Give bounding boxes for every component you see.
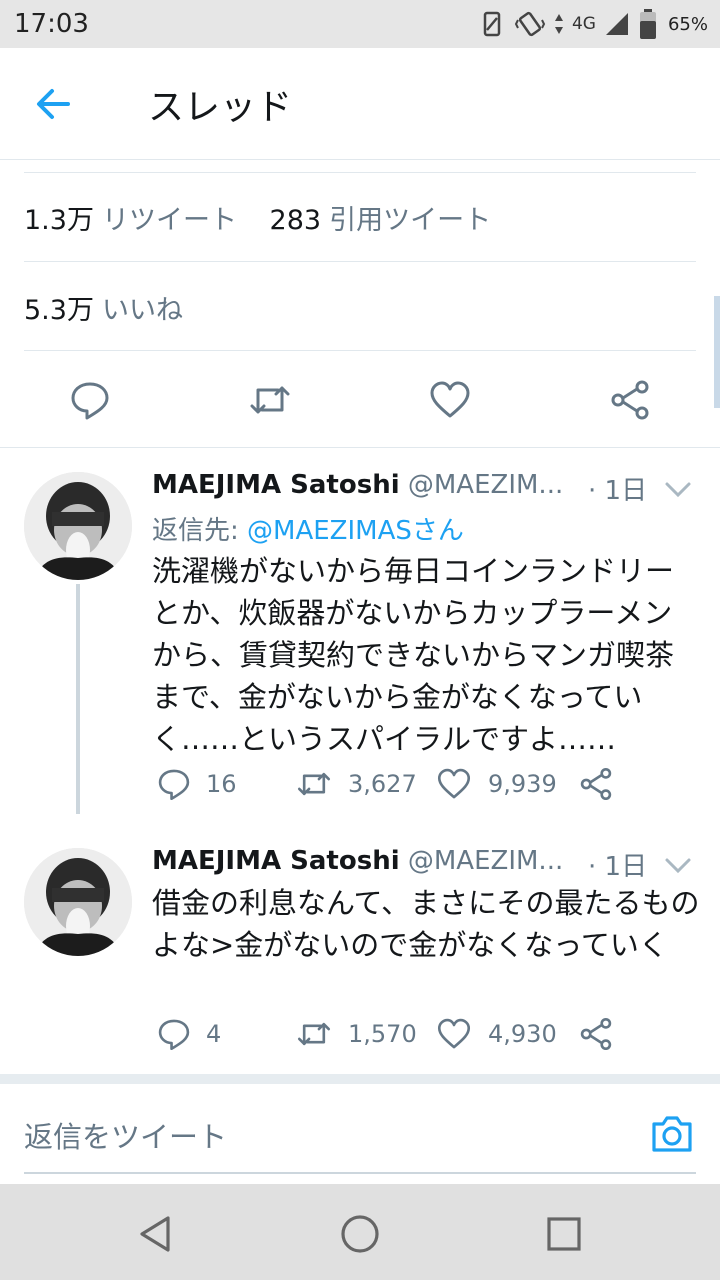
- share-icon[interactable]: [578, 1016, 614, 1052]
- page-title: スレッド: [148, 87, 293, 128]
- status-icons: 4G 65%: [478, 8, 708, 40]
- tweet-action-bar: [0, 352, 720, 448]
- retweet-stats: 1.3万 リツイート 283 引用ツイート: [24, 198, 491, 237]
- tweet-text: 洗濯機がないから毎日コインランドリーとか、炊飯器がないからカップラーメンから、賃…: [152, 554, 675, 756]
- network-type: 4G: [571, 14, 596, 34]
- tweet-header: MAEJIMA Satoshi @MAEZIM... · 1日: [152, 470, 702, 510]
- reply-icon[interactable]: [156, 766, 192, 802]
- avatar[interactable]: [24, 472, 132, 580]
- home-circle-icon: [341, 1215, 379, 1253]
- chevron-down-icon[interactable]: [664, 480, 692, 500]
- arrow-left-icon: [37, 89, 70, 119]
- author-name[interactable]: MAEJIMA Satoshi: [152, 470, 400, 500]
- status-bar: 17:03 4G 65%: [0, 0, 720, 48]
- scroll-indicator[interactable]: [714, 296, 720, 408]
- quotes-count: 283: [269, 205, 322, 236]
- recents-square-icon: [547, 1217, 581, 1251]
- input-underline: [24, 1172, 696, 1174]
- reply-prefix: 返信先:: [152, 516, 239, 546]
- camera-button[interactable]: [650, 1112, 694, 1156]
- tweet-header: MAEJIMA Satoshi @MAEZIM... · 1日: [152, 846, 702, 886]
- battery-icon: [639, 9, 656, 39]
- rotation-icon: [483, 11, 501, 37]
- nav-recents-button[interactable]: [542, 1212, 586, 1256]
- tweet-time: · 1日: [588, 852, 648, 882]
- tweet-actions: 16 3,627 9,939: [152, 766, 632, 806]
- tweet-text: 借金の利息なんて、まさにその最たるものよな>金がないので金がなくなっていく: [152, 886, 700, 962]
- reply-composer: 返信をツイート: [0, 1084, 720, 1184]
- share-button[interactable]: [608, 378, 652, 422]
- author-name[interactable]: MAEJIMA Satoshi: [152, 846, 400, 876]
- reply-icon[interactable]: [156, 1016, 192, 1052]
- share-icon[interactable]: [578, 766, 614, 802]
- retweet-icon[interactable]: [296, 766, 332, 802]
- retweet-icon[interactable]: [296, 1016, 332, 1052]
- reply-mention[interactable]: @MAEZIMASさん: [247, 516, 464, 546]
- thread-line: [76, 584, 80, 814]
- data-arrows-icon: [554, 14, 563, 34]
- likes-label: いいね: [101, 295, 183, 326]
- nav-home-button[interactable]: [338, 1212, 382, 1256]
- share-icon: [611, 380, 649, 420]
- like-icon[interactable]: [436, 1016, 472, 1052]
- reply-icon: [71, 382, 109, 420]
- status-time: 17:03: [14, 9, 89, 39]
- tweet-time: · 1日: [588, 476, 648, 506]
- back-triangle-icon: [140, 1216, 170, 1252]
- tweet-actions: 4 1,570 4,930: [152, 1016, 632, 1056]
- reply-button[interactable]: [68, 378, 112, 422]
- divider: [24, 261, 696, 262]
- section-separator: [0, 1074, 720, 1084]
- likes-count: 5.3万: [24, 295, 94, 326]
- retweets-count: 1.3万: [24, 205, 94, 236]
- author-handle[interactable]: @MAEZIM...: [408, 470, 563, 500]
- quotes-link[interactable]: 283 引用ツイート: [270, 205, 492, 236]
- avatar[interactable]: [24, 848, 132, 956]
- retweets-link[interactable]: 1.3万 リツイート: [24, 205, 237, 236]
- like-button[interactable]: [428, 378, 472, 422]
- avatar-image: [24, 848, 132, 956]
- like-count: 9,939: [488, 770, 557, 798]
- retweet-icon: [250, 386, 290, 414]
- reply-input[interactable]: 返信をツイート: [24, 1114, 227, 1156]
- reply-context: 返信先: @MAEZIMASさん: [152, 510, 464, 547]
- like-count: 4,930: [488, 1020, 557, 1048]
- chevron-down-icon[interactable]: [664, 856, 692, 876]
- signal-icon: [605, 13, 628, 35]
- reply-tweet[interactable]: MAEJIMA Satoshi @MAEZIM... · 1日 返信先: @MA…: [0, 470, 720, 830]
- camera-icon: [652, 1116, 692, 1152]
- retweet-button[interactable]: [248, 378, 292, 422]
- system-nav-bar: [0, 1184, 720, 1280]
- reply-count: 16: [206, 770, 237, 798]
- divider: [24, 350, 696, 351]
- divider: [24, 172, 696, 173]
- retweet-count: 3,627: [348, 770, 417, 798]
- vibrate-icon: [514, 11, 546, 37]
- retweets-label: リツイート: [101, 205, 237, 236]
- avatar-image: [24, 472, 132, 580]
- app-header: スレッド: [0, 48, 720, 160]
- retweet-count: 1,570: [348, 1020, 417, 1048]
- quotes-label: 引用ツイート: [329, 205, 492, 236]
- reply-count: 4: [206, 1020, 222, 1048]
- battery-percent: 65%: [667, 13, 708, 35]
- likes-link[interactable]: 5.3万 いいね: [24, 288, 183, 327]
- back-button[interactable]: [30, 84, 74, 124]
- like-icon[interactable]: [436, 766, 472, 802]
- author-handle[interactable]: @MAEZIM...: [408, 846, 563, 876]
- reply-tweet[interactable]: MAEJIMA Satoshi @MAEZIM... · 1日 借金の利息なんて…: [0, 846, 720, 1066]
- like-icon: [430, 381, 470, 418]
- nav-back-button[interactable]: [134, 1212, 178, 1256]
